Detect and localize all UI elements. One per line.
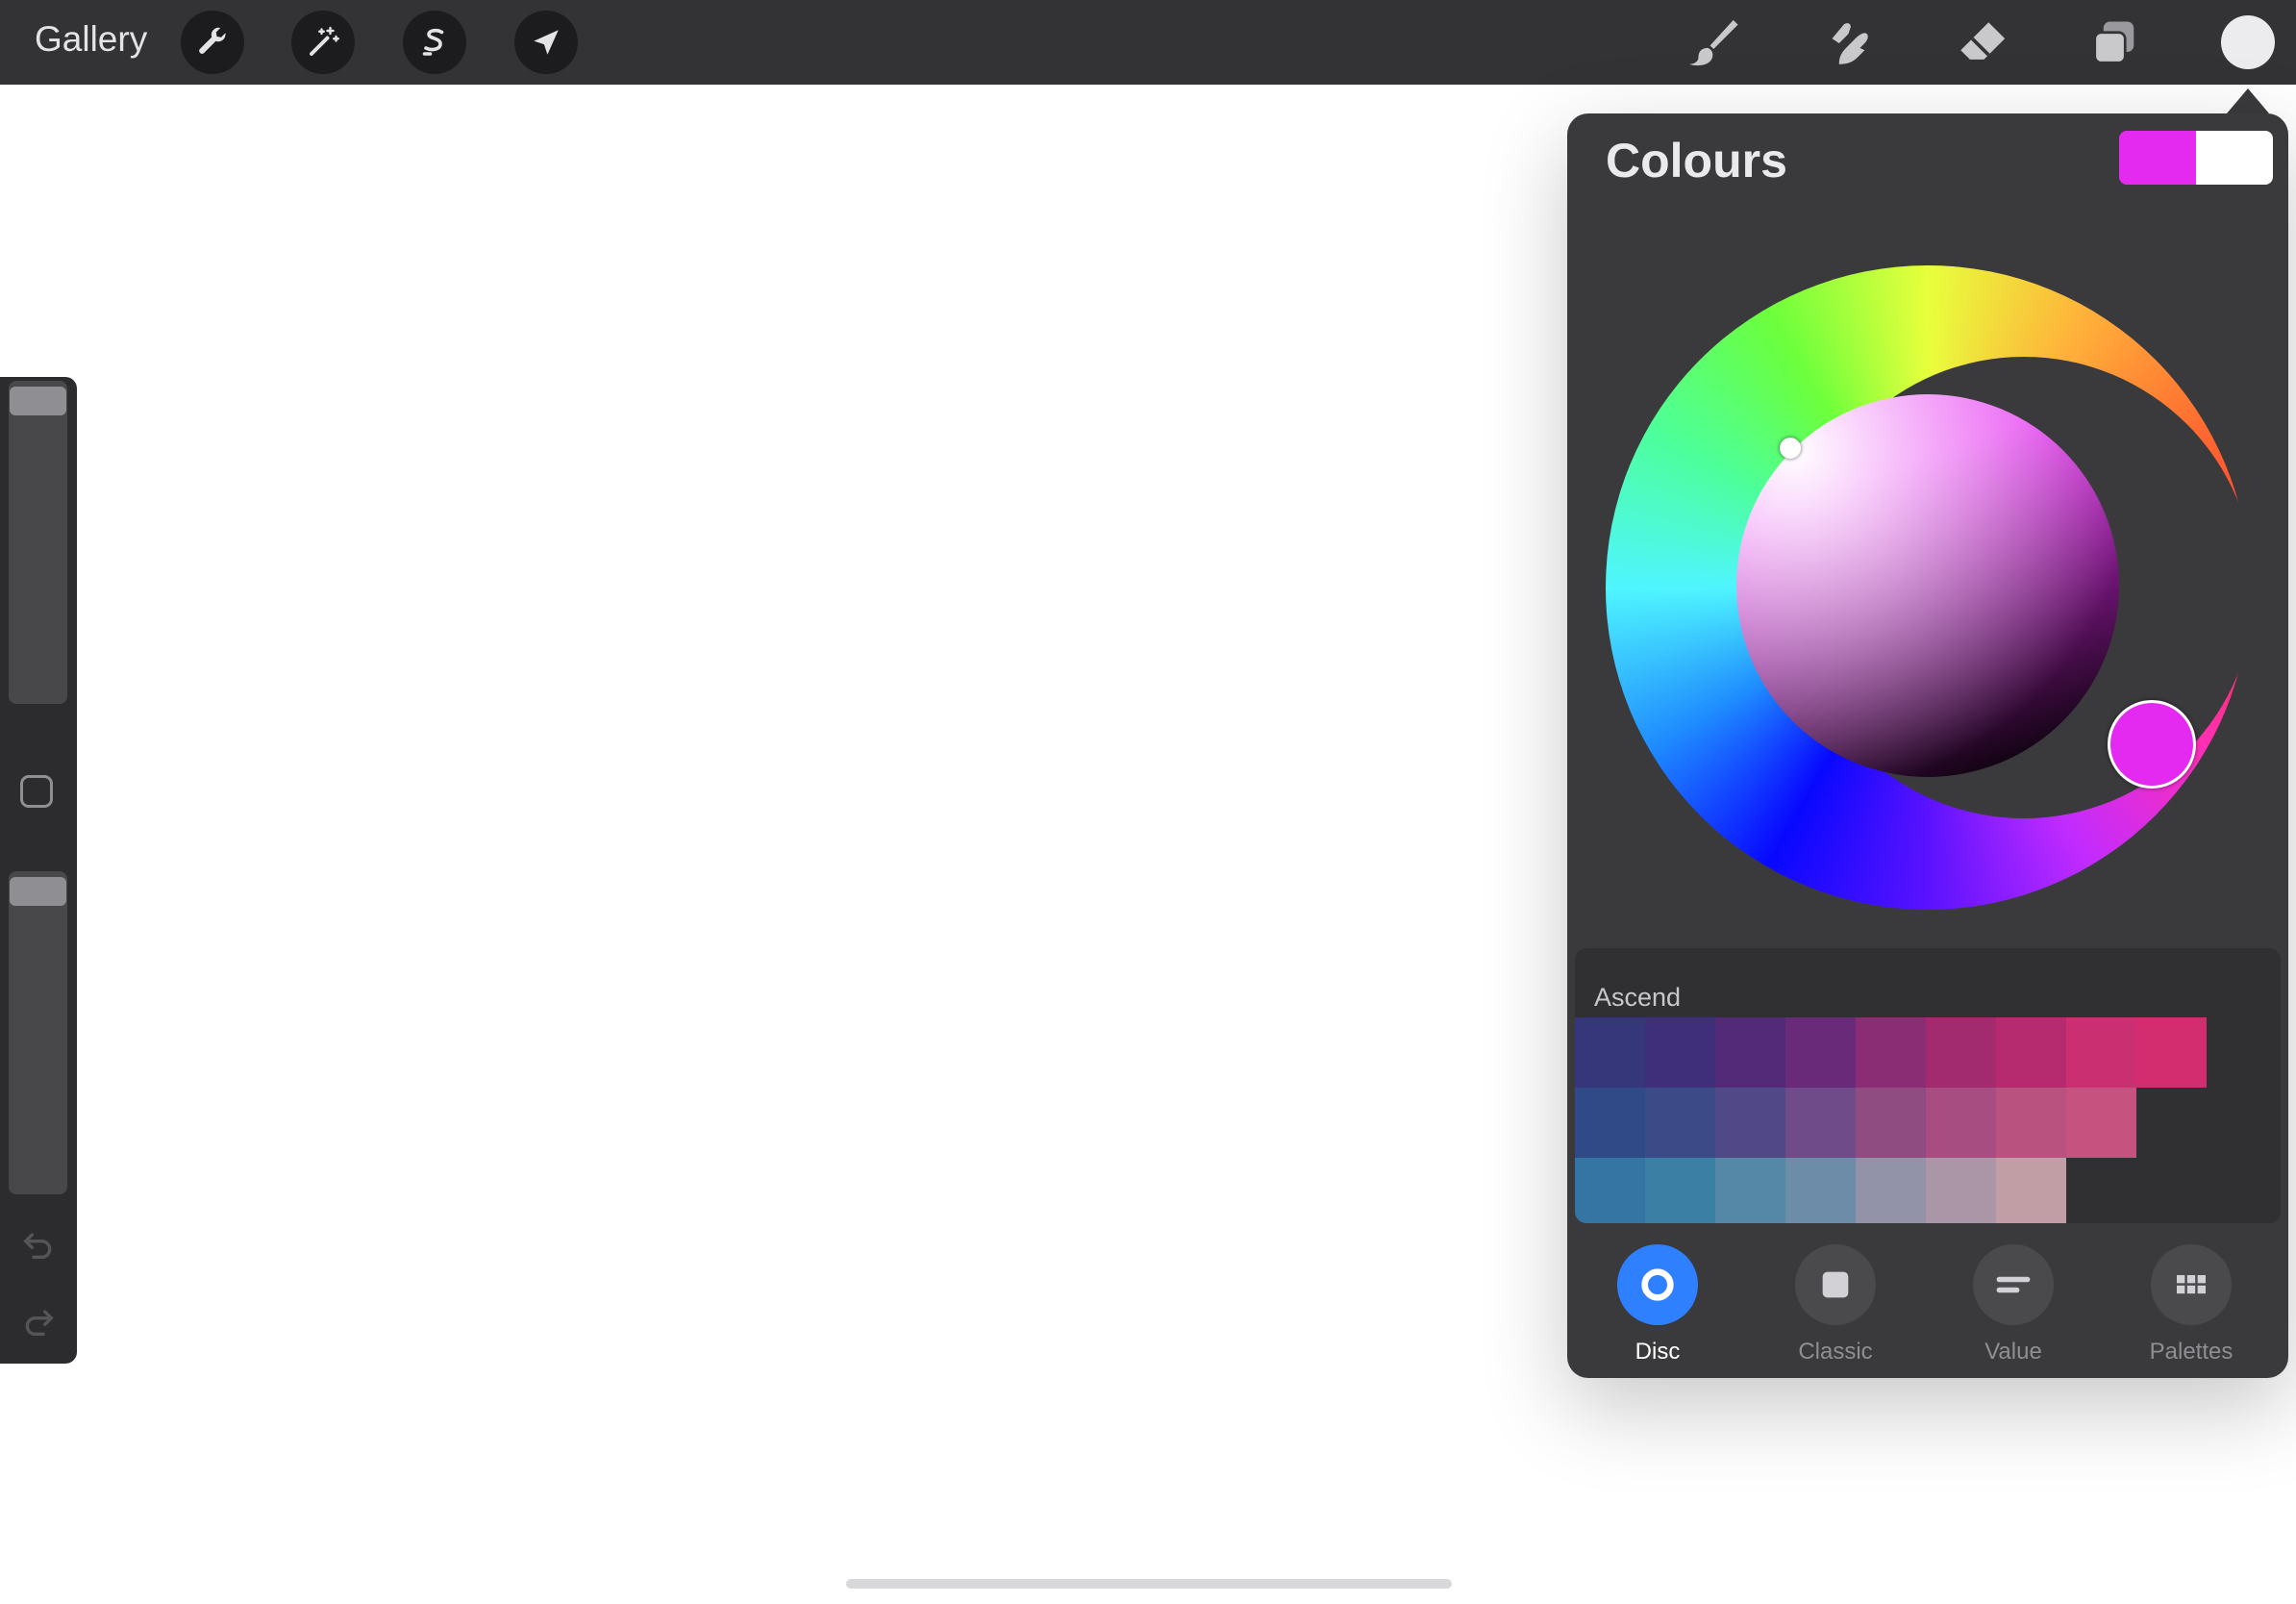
hue-handle[interactable] <box>2108 700 2196 789</box>
palette-empty-slot[interactable] <box>2136 1158 2207 1223</box>
brush-size-thumb[interactable] <box>10 387 66 415</box>
brush-size-slider[interactable] <box>9 381 67 704</box>
palette-area: Ascend <box>1575 948 2281 1223</box>
primary-colour-swatch[interactable] <box>2119 131 2196 185</box>
palette-swatch[interactable] <box>1715 1088 1785 1158</box>
magic-wand-icon <box>310 26 339 56</box>
palettes-grid-icon <box>2177 1275 2206 1294</box>
layers-button[interactable] <box>2084 13 2144 73</box>
actions-button[interactable] <box>181 11 244 74</box>
colours-panel: Colours Ascend Disc Classic Value Palett… <box>1567 113 2288 1378</box>
adjustments-button[interactable] <box>291 11 355 74</box>
current-colour-swatches <box>2119 131 2273 185</box>
palette-swatch[interactable] <box>1856 1158 1926 1223</box>
undo-button[interactable] <box>19 1225 58 1264</box>
disc-ring-icon <box>1641 1268 1674 1301</box>
mode-tab-label: Value <box>1984 1339 2042 1365</box>
mode-tab-value-circle <box>1973 1244 2054 1325</box>
palette-swatch[interactable] <box>1996 1017 2066 1088</box>
mode-tab-value[interactable]: Value <box>1923 1244 2104 1369</box>
modify-button[interactable] <box>20 775 53 808</box>
brush-icon <box>1688 19 1738 66</box>
palette-name: Ascend <box>1594 983 1682 1012</box>
eraser-tool-button[interactable] <box>1952 13 2011 73</box>
palette-swatch[interactable] <box>1715 1017 1785 1088</box>
palette-empty-slot[interactable] <box>2066 1158 2136 1223</box>
palette-swatch[interactable] <box>1996 1088 2066 1158</box>
smudge-tool-button[interactable] <box>1816 13 1876 73</box>
redo-button[interactable] <box>19 1302 58 1341</box>
palette-swatch[interactable] <box>1715 1158 1785 1223</box>
palette-swatch[interactable] <box>1926 1158 1996 1223</box>
brush-tool-button[interactable] <box>1683 13 1742 73</box>
eraser-icon <box>1960 22 2006 60</box>
mode-tab-label: Classic <box>1798 1339 1873 1365</box>
secondary-colour-swatch[interactable] <box>2196 131 2273 185</box>
top-toolbar: Gallery <box>0 0 2296 85</box>
smudge-finger-icon <box>1832 23 1868 64</box>
palette-swatch[interactable] <box>1996 1158 2066 1223</box>
undo-arrow-icon <box>23 1233 52 1259</box>
palette-swatch[interactable] <box>1785 1158 1856 1223</box>
mode-tab-classic-circle <box>1795 1244 1876 1325</box>
left-sidebar <box>0 377 77 1364</box>
mode-tab-palettes[interactable]: Palettes <box>2101 1244 2282 1369</box>
palette-swatch[interactable] <box>1785 1017 1856 1088</box>
panel-title: Colours <box>1606 134 1787 188</box>
mode-tab-classic[interactable]: Classic <box>1745 1244 1926 1369</box>
brush-opacity-slider[interactable] <box>9 871 67 1194</box>
palette-swatch[interactable] <box>1645 1158 1715 1223</box>
redo-arrow-icon <box>25 1310 54 1336</box>
value-bars-icon <box>1996 1276 2031 1293</box>
palette-swatch[interactable] <box>1856 1088 1926 1158</box>
popover-pointer <box>2227 88 2269 113</box>
palette-grid <box>1575 1017 2281 1223</box>
colours-button[interactable] <box>2221 15 2275 69</box>
palette-swatch[interactable] <box>1926 1017 1996 1088</box>
palette-swatch[interactable] <box>2136 1017 2207 1088</box>
palette-swatch[interactable] <box>1856 1017 1926 1088</box>
layers-icon <box>2093 21 2134 64</box>
selection-button[interactable] <box>403 11 466 74</box>
palette-swatch[interactable] <box>2066 1017 2136 1088</box>
palette-swatch[interactable] <box>1575 1017 1645 1088</box>
mode-tab-label: Disc <box>1635 1339 1681 1365</box>
brush-opacity-thumb[interactable] <box>10 877 66 906</box>
palette-empty-slot[interactable] <box>2136 1088 2207 1158</box>
palette-swatch[interactable] <box>1785 1088 1856 1158</box>
home-indicator[interactable] <box>846 1579 1452 1589</box>
palette-empty-slot[interactable] <box>2207 1017 2277 1088</box>
mode-tab-palettes-circle <box>2151 1244 2232 1325</box>
mode-tab-label: Palettes <box>2149 1339 2234 1365</box>
selection-s-icon <box>422 28 444 56</box>
classic-square-icon <box>1822 1271 1849 1298</box>
palette-swatch[interactable] <box>2066 1088 2136 1158</box>
palette-swatch[interactable] <box>1926 1088 1996 1158</box>
palette-swatch[interactable] <box>1575 1088 1645 1158</box>
palette-empty-slot[interactable] <box>2207 1088 2277 1158</box>
palette-swatch[interactable] <box>1645 1017 1715 1088</box>
transform-button[interactable] <box>514 11 578 74</box>
mode-tab-disc[interactable]: Disc <box>1567 1244 1748 1369</box>
gallery-button[interactable]: Gallery <box>35 19 147 60</box>
palette-empty-slot[interactable] <box>2207 1158 2277 1223</box>
wrench-icon <box>199 27 226 54</box>
saturation-handle[interactable] <box>1780 438 1801 459</box>
palette-swatch[interactable] <box>1645 1088 1715 1158</box>
arrow-cursor-icon <box>534 30 559 55</box>
palette-swatch[interactable] <box>1575 1158 1645 1223</box>
mode-tab-disc-circle <box>1617 1244 1698 1325</box>
